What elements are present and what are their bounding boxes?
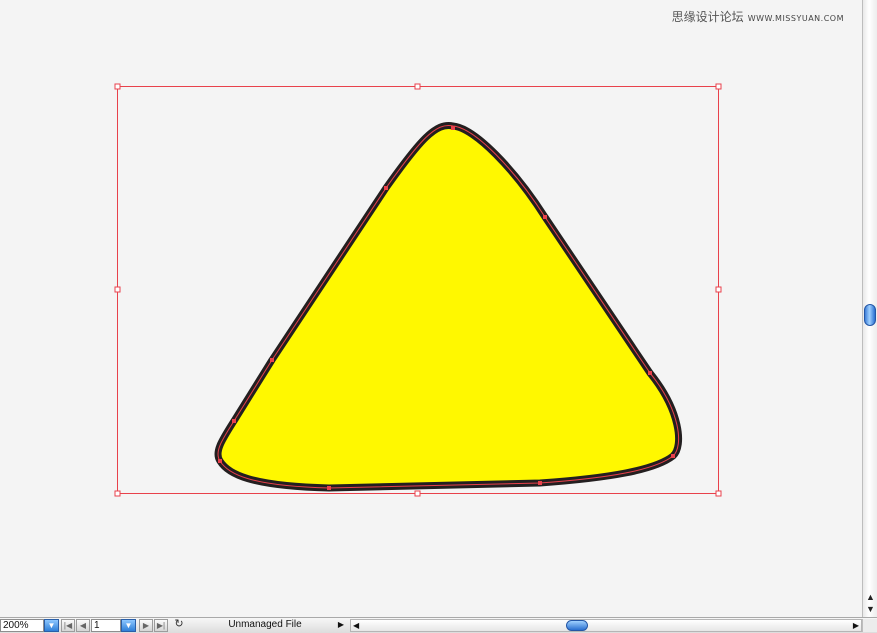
horizontal-scrollbar[interactable]: ◀ ▶ — [350, 619, 862, 632]
resize-handle-bottom-right[interactable] — [715, 490, 722, 497]
anchor-point[interactable] — [538, 481, 542, 485]
resize-handle-bottom[interactable] — [414, 490, 421, 497]
prev-page-icon[interactable]: ◀ — [76, 619, 90, 632]
resize-handle-top-left[interactable] — [114, 83, 121, 90]
anchor-point[interactable] — [232, 419, 236, 423]
anchor-point[interactable] — [648, 371, 652, 375]
resize-handle-top-right[interactable] — [715, 83, 722, 90]
scroll-up-icon[interactable]: ▲ — [866, 593, 875, 602]
anchor-point[interactable] — [270, 358, 274, 362]
anchor-point[interactable] — [327, 486, 331, 490]
resize-handle-right[interactable] — [715, 286, 722, 293]
refresh-icon[interactable]: ↻ — [172, 619, 186, 632]
resize-handle-left[interactable] — [114, 286, 121, 293]
vertical-scroll-thumb[interactable] — [864, 304, 876, 326]
scroll-right-icon[interactable]: ▶ — [853, 620, 859, 631]
last-page-icon[interactable]: ▶| — [154, 619, 168, 632]
anchor-point[interactable] — [543, 215, 547, 219]
page-dropdown-chevron-down-icon[interactable]: ▼ — [121, 619, 136, 632]
resize-handle-top[interactable] — [414, 83, 421, 90]
scroll-down-icon[interactable]: ▼ — [866, 605, 875, 614]
artboard-canvas[interactable]: 思缘设计论坛 WWW.MISSYUAN.COM — [0, 0, 862, 617]
status-bar: 200% ▼ |◀ ◀ 1 ▼ ▶ ▶| ↻ Unmanaged File ▶ … — [0, 617, 877, 633]
scroll-left-icon[interactable]: ◀ — [353, 620, 359, 631]
anchor-point[interactable] — [218, 459, 222, 463]
first-page-icon[interactable]: |◀ — [61, 619, 75, 632]
anchor-point[interactable] — [451, 126, 455, 130]
resize-handle-bottom-left[interactable] — [114, 490, 121, 497]
scrollbar-corner — [862, 619, 877, 632]
horizontal-scroll-thumb[interactable] — [566, 620, 588, 631]
next-page-icon[interactable]: ▶ — [139, 619, 153, 632]
artwork[interactable] — [0, 0, 862, 617]
vertical-scrollbar[interactable]: ▲ ▼ — [862, 0, 877, 617]
triangle-shape[interactable] — [214, 121, 683, 492]
file-status-text: Unmanaged File — [228, 619, 302, 630]
zoom-level-field[interactable]: 200% — [0, 619, 44, 632]
anchor-point[interactable] — [671, 454, 675, 458]
page-number-field[interactable]: 1 — [91, 619, 121, 632]
anchor-point[interactable] — [384, 186, 388, 190]
chevron-down-icon[interactable]: ▼ — [44, 619, 59, 632]
triangle-right-icon[interactable]: ▶ — [336, 619, 346, 632]
